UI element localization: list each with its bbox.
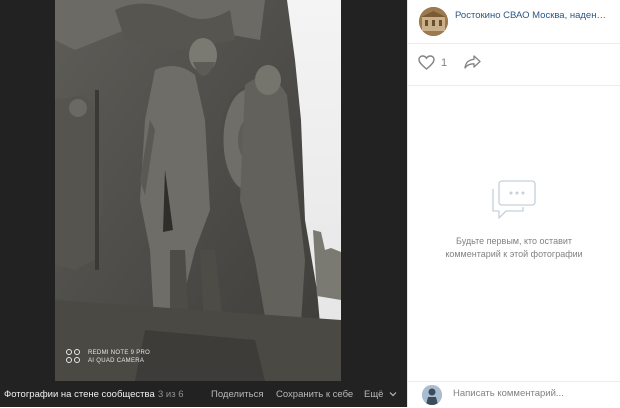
photo-sidebar: Ростокино СВАО Москва, надень ... 1 Будь… [407, 0, 620, 407]
user-avatar-image [422, 385, 442, 405]
user-avatar[interactable] [422, 385, 442, 405]
comments-bubble-icon [492, 180, 536, 219]
comment-bar [408, 381, 620, 408]
heart-icon [418, 55, 435, 70]
watermark-line1: REDMI NOTE 9 PRO [88, 350, 151, 356]
album-title[interactable]: Фотографии на стене сообщества [4, 389, 155, 400]
like-button[interactable]: 1 [418, 55, 447, 70]
share-link[interactable]: Поделиться [211, 389, 263, 400]
monument-photo [55, 0, 341, 381]
post-actions: 1 [408, 43, 620, 86]
viewer-bottom-bar: Фотографии на стене сообщества 3 из 6 По… [0, 381, 407, 407]
photo-viewer: REDMI NOTE 9 PRO AI QUAD CAMERA Фотограф… [0, 0, 407, 407]
camera-dots-icon [66, 349, 82, 365]
community-avatar-image [419, 7, 448, 36]
photo[interactable] [55, 0, 341, 381]
empty-comments: Будьте первым, кто оставит комментарий к… [408, 180, 620, 261]
share-arrow-icon [464, 55, 481, 69]
like-count: 1 [441, 56, 448, 69]
watermark-line2: AI QUAD CAMERA [88, 358, 145, 364]
photo-counter: 3 из 6 [158, 388, 184, 400]
more-label: Ещё [364, 388, 384, 400]
empty-comments-line1: Будьте первым, кто оставит [455, 236, 573, 246]
share-button[interactable] [464, 55, 481, 74]
community-avatar[interactable] [419, 7, 448, 36]
save-to-me-link[interactable]: Сохранить к себе [276, 389, 353, 400]
camera-watermark: REDMI NOTE 9 PRO AI QUAD CAMERA [66, 349, 150, 365]
empty-comments-line2: комментарий к этой фотографии [445, 249, 583, 259]
comment-input[interactable] [453, 388, 613, 399]
post-author-link[interactable]: Ростокино СВАО Москва, надень ... [455, 10, 607, 21]
chevron-down-icon [389, 392, 397, 397]
post-header: Ростокино СВАО Москва, надень ... [408, 0, 620, 44]
more-menu[interactable]: Ещё [364, 389, 397, 400]
